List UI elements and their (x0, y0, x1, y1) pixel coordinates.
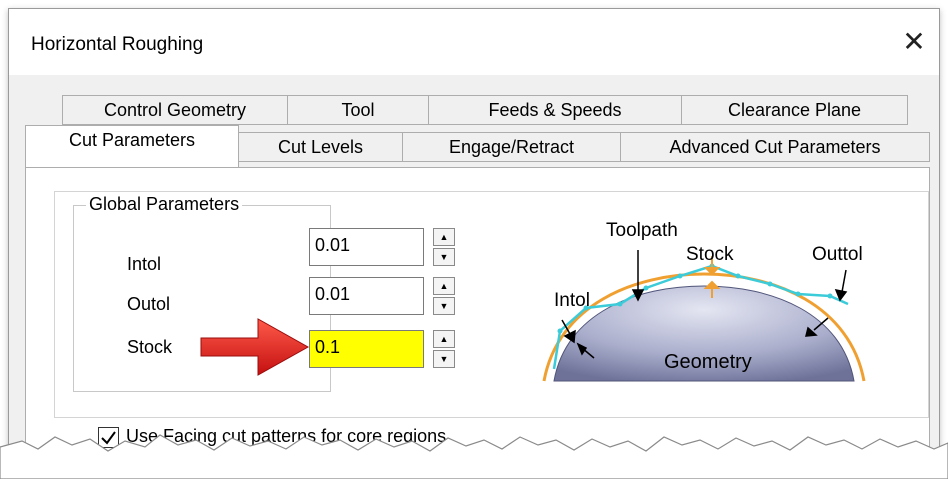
stock-spinner[interactable]: ▲ ▼ (433, 330, 455, 368)
tab-advanced-cut-parameters[interactable]: Advanced Cut Parameters (620, 132, 930, 162)
stock-text: Stock (686, 244, 734, 265)
intol-text: Intol (554, 290, 590, 311)
stock-diagram: Toolpath Stock Outtol Intol Geometry (542, 220, 866, 382)
spin-up-icon[interactable]: ▲ (433, 277, 455, 295)
tab-cut-levels[interactable]: Cut Levels (238, 132, 403, 162)
tab-tool[interactable]: Tool (287, 95, 429, 125)
tab-control-geometry[interactable]: Control Geometry (62, 95, 288, 125)
close-icon[interactable]: ✕ (897, 25, 931, 59)
geometry-text: Geometry (664, 351, 752, 373)
stock-label: Stock (127, 337, 173, 357)
intol-field[interactable]: 0.01 (309, 228, 424, 266)
intol-spinner[interactable]: ▲ ▼ (433, 228, 455, 266)
toolpath-text: Toolpath (606, 220, 678, 241)
dialog-title: Horizontal Roughing (31, 34, 204, 55)
spin-up-icon[interactable]: ▲ (433, 330, 455, 348)
dialog-window: Horizontal Roughing ✕ Control Geometry T… (8, 8, 940, 474)
red-arrow-icon (200, 318, 310, 376)
tab-engage-retract[interactable]: Engage/Retract (402, 132, 621, 162)
outol-spinner[interactable]: ▲ ▼ (433, 277, 455, 315)
intol-label: Intol (127, 254, 162, 274)
title-bar: Horizontal Roughing ✕ (9, 9, 939, 75)
outol-field[interactable]: 0.01 (309, 277, 424, 315)
stock-field[interactable]: 0.1 (309, 330, 424, 368)
tab-clearance-plane[interactable]: Clearance Plane (681, 95, 908, 125)
outtol-text: Outtol (812, 244, 863, 265)
spin-down-icon[interactable]: ▼ (433, 248, 455, 266)
spin-down-icon[interactable]: ▼ (433, 350, 455, 368)
group-legend: Global Parameters (86, 194, 243, 215)
outol-label: Outol (127, 294, 171, 314)
torn-edge (0, 434, 948, 479)
tab-feeds-speeds[interactable]: Feeds & Speeds (428, 95, 682, 125)
tab-cut-parameters[interactable]: Cut Parameters (25, 125, 239, 167)
spin-down-icon[interactable]: ▼ (433, 297, 455, 315)
spin-up-icon[interactable]: ▲ (433, 228, 455, 246)
